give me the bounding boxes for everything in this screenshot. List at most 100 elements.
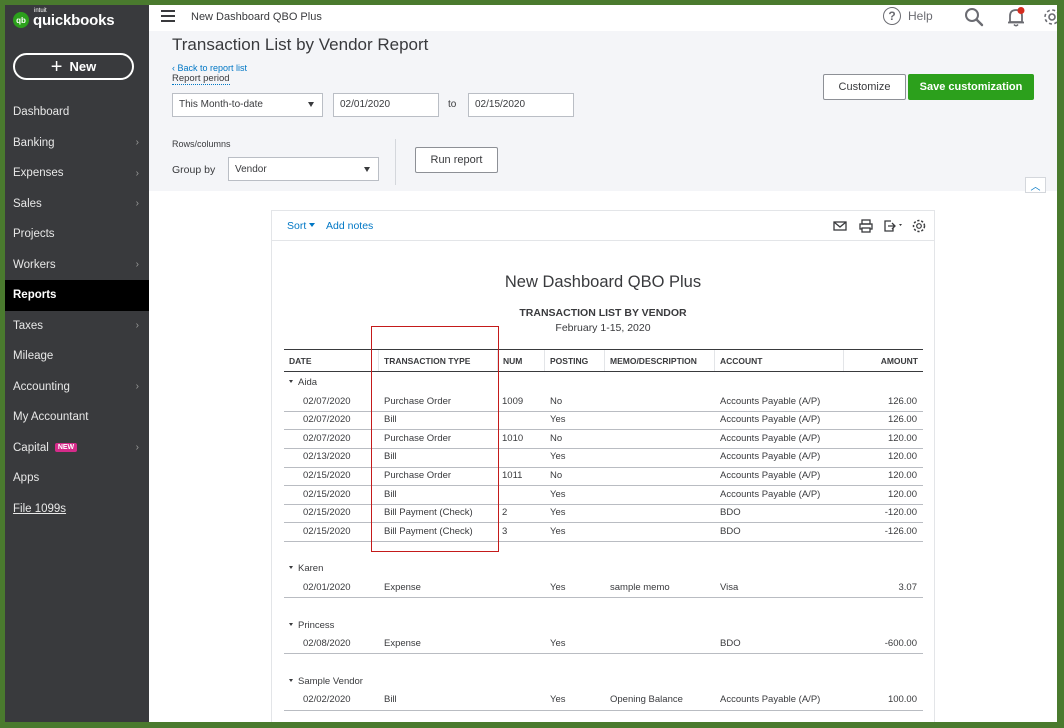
period-select-value: This Month-to-date <box>179 99 263 110</box>
sidebar-item-reports[interactable]: Reports <box>5 280 149 311</box>
cell-posting: No <box>550 395 563 407</box>
sidebar-item-label: Reports <box>13 289 57 302</box>
chevron-right-icon: › <box>135 442 139 454</box>
plus-icon: + <box>50 55 63 78</box>
column-header-memo[interactable]: MEMO/DESCRIPTION <box>604 350 714 371</box>
logo-text: quickbooks <box>33 11 115 29</box>
cell-transaction-type[interactable]: Expense <box>384 638 421 649</box>
cell-amount: -600.00 <box>884 638 917 650</box>
date-from-input[interactable]: 02/01/2020 <box>333 93 439 117</box>
sidebar-item-file-1099s[interactable]: File 1099s <box>5 494 149 525</box>
settings-gear-icon[interactable] <box>1041 6 1057 28</box>
new-badge: NEW <box>54 443 78 453</box>
help-icon: ? <box>883 7 901 25</box>
table-row[interactable]: 02/08/2020 Expense Yes BDO -600.00 <box>284 635 923 654</box>
add-notes-link[interactable]: Add notes <box>326 220 373 232</box>
collapse-caret-icon[interactable] <box>289 380 293 383</box>
sidebar-item-dashboard[interactable]: Dashboard <box>5 97 149 128</box>
date-to-input[interactable]: 02/15/2020 <box>468 93 574 117</box>
column-header-date[interactable]: DATE <box>284 350 376 371</box>
sidebar-item-accounting[interactable]: Accounting › <box>5 372 149 403</box>
vendor-group-header[interactable]: Princess <box>284 617 923 636</box>
search-icon[interactable] <box>963 6 985 28</box>
sidebar-item-label: Projects <box>13 228 55 241</box>
sidebar-item-capital[interactable]: Capital NEW › <box>5 433 149 464</box>
sidebar-item-projects[interactable]: Projects <box>5 219 149 250</box>
sidebar-item-content: Dashboard <box>13 106 69 118</box>
cell-account: BDO <box>720 525 741 537</box>
cell-date: 02/15/2020 <box>303 470 351 481</box>
cell-posting: Yes <box>550 582 566 593</box>
email-icon[interactable] <box>832 218 848 234</box>
cell-transaction-type[interactable]: Bill <box>384 694 397 705</box>
table-row[interactable]: 02/02/2020 Bill Yes Opening Balance Accounts… <box>284 691 923 710</box>
report-settings-gear-icon[interactable] <box>911 218 927 234</box>
chevron-right-icon: › <box>135 137 139 149</box>
cell-amount: 120.00 <box>887 432 917 444</box>
customize-button[interactable]: Customize <box>823 74 906 100</box>
group-by-select[interactable]: Vendor <box>228 157 379 181</box>
sidebar-item-content: Capital NEW <box>13 442 78 454</box>
sidebar-item-content: Banking <box>13 137 55 149</box>
cell-account: Accounts Payable (A/P) <box>720 451 821 463</box>
sidebar-item-label: My Accountant <box>13 411 89 424</box>
cell-transaction-type[interactable]: Expense <box>384 582 421 593</box>
page-title: Transaction List by Vendor Report <box>172 35 429 54</box>
column-header-amount[interactable]: AMOUNT <box>843 350 923 371</box>
sort-dropdown[interactable]: Sort <box>287 220 316 232</box>
group-by-label: Group by <box>172 164 216 176</box>
sidebar-item-content: Apps <box>13 472 39 484</box>
sidebar-item-apps[interactable]: Apps <box>5 463 149 494</box>
cell-num: 1010 <box>502 432 524 444</box>
table-row[interactable]: 02/01/2020 Expense Yes sample memo Visa 3.07 <box>284 579 923 598</box>
sidebar-item-sales[interactable]: Sales › <box>5 189 149 220</box>
report-period-select[interactable]: This Month-to-date <box>172 93 323 117</box>
to-label: to <box>448 99 457 110</box>
vendor-group-header[interactable]: Sample Vendor <box>284 673 923 692</box>
column-header-posting[interactable]: POSTING <box>544 350 604 371</box>
sidebar-item-content: Accounting <box>13 381 70 393</box>
cell-posting: No <box>550 470 563 481</box>
collapse-caret-icon[interactable] <box>289 566 293 570</box>
cell-posting: No <box>550 432 563 444</box>
back-to-report-list-link[interactable]: ‹ Back to report list <box>172 63 247 73</box>
sidebar: qb intuit quickbooks + New Dashboard Bank… <box>5 5 149 722</box>
vendor-group-label: Karen <box>289 563 323 574</box>
sidebar-item-workers[interactable]: Workers › <box>5 250 149 281</box>
export-icon[interactable] <box>882 218 906 234</box>
sidebar-item-expenses[interactable]: Expenses › <box>5 158 149 189</box>
chevron-down-icon <box>309 223 316 227</box>
collapse-caret-icon[interactable] <box>289 622 293 626</box>
cell-account: Visa <box>720 582 739 593</box>
sidebar-item-label: Apps <box>13 472 40 485</box>
save-customization-button[interactable]: Save customization <box>908 74 1034 100</box>
sidebar-item-content: Sales <box>13 198 42 210</box>
hamburger-menu-icon[interactable] <box>161 10 175 22</box>
run-report-button[interactable]: Run report <box>415 147 498 173</box>
notifications-bell-icon[interactable] <box>1005 6 1027 28</box>
quickbooks-logo[interactable]: qb intuit quickbooks <box>13 8 115 31</box>
cell-amount: 120.00 <box>887 470 917 481</box>
cell-date: 02/13/2020 <box>303 451 351 463</box>
sidebar-nav: Dashboard Banking › Expenses › Sales › Projects… <box>5 97 149 524</box>
column-header-num[interactable]: NUM <box>497 350 544 371</box>
cell-posting: Yes <box>550 638 566 650</box>
collapse-header-chevron-up-icon[interactable]: ︿ <box>1025 177 1046 193</box>
print-icon[interactable] <box>858 218 874 234</box>
sidebar-item-mileage[interactable]: Mileage <box>5 341 149 372</box>
cell-account: Accounts Payable (A/P) <box>720 414 821 426</box>
vendor-group-header[interactable]: Karen <box>284 560 923 579</box>
cell-posting: Yes <box>550 525 566 537</box>
collapse-caret-icon[interactable] <box>289 678 293 682</box>
sort-label: Sort <box>287 220 307 232</box>
column-header-account[interactable]: ACCOUNT <box>714 350 843 371</box>
cell-num: 1009 <box>502 395 524 407</box>
sidebar-item-banking[interactable]: Banking › <box>5 128 149 159</box>
cell-memo: Opening Balance <box>610 694 683 706</box>
sidebar-item-my-accountant[interactable]: My Accountant <box>5 402 149 433</box>
help-button[interactable]: ? Help <box>883 7 933 25</box>
cell-num: 1011 <box>502 470 523 481</box>
cell-account: Accounts Payable (A/P) <box>720 470 821 481</box>
new-button[interactable]: + New <box>13 53 134 80</box>
sidebar-item-taxes[interactable]: Taxes › <box>5 311 149 342</box>
